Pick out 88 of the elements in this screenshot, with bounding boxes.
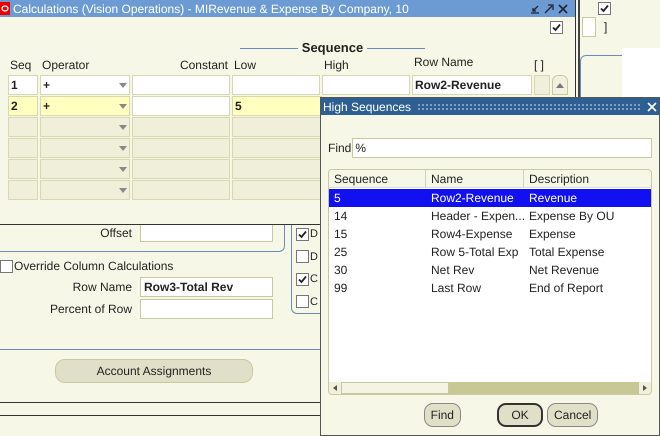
- table-cell[interactable]: [8, 159, 38, 179]
- list-row[interactable]: 25 Row 5-Total Exp Total Expense: [329, 243, 651, 261]
- column-header[interactable]: Description: [524, 170, 651, 187]
- list-row[interactable]: 15 Row4-Expense Expense: [329, 225, 651, 243]
- dialog-button[interactable]: OK: [496, 403, 543, 427]
- dropdown-arrow-icon[interactable]: [119, 146, 127, 150]
- dialog-button[interactable]: Cancel: [546, 403, 598, 427]
- operator-dropdown[interactable]: [40, 180, 130, 200]
- scroll-left-icon[interactable]: [329, 382, 341, 394]
- field-label: Offset: [99, 225, 133, 242]
- table-cell[interactable]: [232, 117, 322, 137]
- checkbox[interactable]: [550, 21, 563, 34]
- checkbox[interactable]: [598, 2, 611, 15]
- dropdown-arrow-icon[interactable]: [119, 124, 127, 130]
- table-cell[interactable]: [8, 180, 38, 200]
- find-label: Find: [328, 140, 352, 157]
- operator-dropdown[interactable]: [40, 117, 130, 137]
- table-cell[interactable]: [132, 138, 230, 158]
- column-header[interactable]: Name: [426, 170, 524, 187]
- list-row[interactable]: 99 Last Row End of Report: [329, 279, 651, 297]
- table-cell[interactable]: [132, 117, 230, 137]
- checkbox[interactable]: [296, 250, 309, 264]
- input-field[interactable]: [582, 17, 596, 37]
- option-label: D: [310, 227, 318, 242]
- maximize-icon[interactable]: [543, 2, 555, 14]
- dropdown-arrow-icon[interactable]: [119, 104, 127, 108]
- column-header: Row Name: [413, 54, 474, 71]
- table-cell[interactable]: [132, 159, 230, 179]
- app-icon: [0, 2, 10, 15]
- column-header: Low: [233, 57, 258, 74]
- table-cell[interactable]: [132, 96, 230, 116]
- dropdown-arrow-icon[interactable]: [119, 82, 127, 88]
- table-cell[interactable]: [8, 117, 38, 137]
- find-field[interactable]: %: [352, 138, 652, 158]
- checkbox[interactable]: [296, 295, 309, 308]
- option-label: C: [310, 294, 318, 310]
- table-cell[interactable]: [132, 180, 230, 200]
- section-title: Sequence: [302, 39, 364, 58]
- horizontal-scrollbar[interactable]: [329, 382, 651, 394]
- table-cell[interactable]: 2: [8, 96, 38, 116]
- table-cell[interactable]: [232, 138, 322, 158]
- dropdown-arrow-icon[interactable]: [119, 166, 127, 172]
- list-row[interactable]: 30 Net Rev Net Revenue: [329, 261, 651, 279]
- column-header: [ ]: [534, 57, 546, 74]
- table-cell[interactable]: 5: [232, 96, 322, 116]
- field-label: Percent of Row: [48, 301, 133, 318]
- table-cell[interactable]: [8, 138, 38, 158]
- table-cell[interactable]: [232, 159, 322, 179]
- table-cell[interactable]: [132, 75, 230, 95]
- dropdown-arrow-icon[interactable]: [119, 188, 127, 192]
- table-cell[interactable]: [322, 75, 410, 95]
- minimize-icon[interactable]: [529, 2, 541, 14]
- checkbox[interactable]: [296, 228, 309, 241]
- dialog-title: High Sequences: [323, 98, 412, 116]
- row-name-field[interactable]: Row3-Total Rev: [140, 277, 273, 297]
- column-header: Constant: [178, 57, 229, 74]
- checkbox[interactable]: [0, 260, 13, 272]
- list-row[interactable]: 14 Header - Expen... Expense By OU: [329, 207, 651, 225]
- dialog-button[interactable]: Find: [424, 403, 461, 427]
- column-header: Seq: [9, 57, 32, 74]
- table-cell[interactable]: [232, 75, 320, 95]
- checkbox-label: Override Column Calculations: [14, 258, 174, 275]
- bracket-label: ]: [604, 19, 608, 36]
- checkbox[interactable]: [296, 272, 309, 286]
- table-cell[interactable]: Row2-Revenue: [412, 75, 532, 95]
- scroll-right-icon[interactable]: [639, 382, 651, 394]
- option-label: D: [310, 250, 318, 264]
- close-icon[interactable]: [557, 2, 569, 14]
- scrollbar-thumb[interactable]: [341, 382, 449, 394]
- account-assignments-button[interactable]: Account Assignments: [55, 359, 253, 383]
- operator-dropdown[interactable]: [40, 138, 130, 158]
- table-cell[interactable]: 1: [8, 75, 38, 95]
- panel-background: [622, 48, 660, 98]
- option-label: C: [310, 272, 318, 287]
- percent-field[interactable]: [140, 299, 273, 319]
- table-cell[interactable]: [232, 180, 322, 200]
- window-title: Calculations (Vision Operations) - MIRevenue & Expense By Company, 10: [13, 0, 410, 18]
- scroll-up-button[interactable]: [552, 75, 568, 95]
- column-header: High: [323, 57, 350, 74]
- operator-dropdown[interactable]: +: [40, 96, 130, 116]
- field-label: Row Name: [72, 279, 133, 296]
- operator-dropdown[interactable]: +: [40, 75, 130, 95]
- column-header[interactable]: Sequence: [329, 170, 426, 187]
- up-arrow-icon: [556, 82, 564, 88]
- list-row[interactable]: 5 Row2-Revenue Revenue: [329, 189, 651, 207]
- column-header: Operator: [41, 57, 90, 74]
- table-cell[interactable]: [534, 75, 550, 95]
- operator-dropdown[interactable]: [40, 159, 130, 179]
